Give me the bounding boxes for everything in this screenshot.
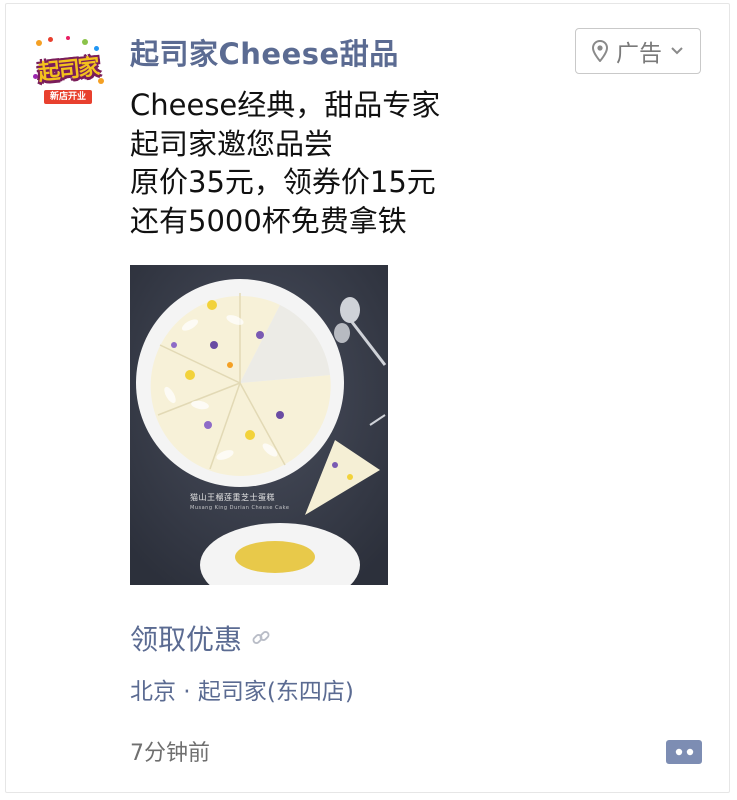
ad-copy-line: 原价35元，领券价15元 — [130, 165, 436, 199]
post-timestamp: 7分钟前 — [130, 741, 210, 766]
store-location[interactable]: 北京 · 起司家(东四店) — [130, 676, 354, 708]
ad-copy-line: 起司家邀您品尝 — [130, 126, 334, 161]
claim-offer-link[interactable]: 领取优惠 — [130, 620, 272, 656]
link-icon — [252, 631, 270, 644]
avatar-logo-banner: 新店开业 — [44, 90, 92, 104]
ad-copy-line: 还有5000杯免费拿铁 — [130, 203, 407, 238]
cake-caption-title: 猫山王榴莲重芝士蛋糕 — [190, 493, 275, 502]
confetti-dot — [48, 37, 53, 42]
ad-copy-line: Cheese经典，甜品专家 — [130, 88, 441, 122]
cake-caption-subtitle: Musang King Durian Cheese Cake — [190, 505, 290, 511]
brand-avatar[interactable]: 起司家 新店开业 — [30, 34, 106, 110]
cake-caption: 猫山王榴莲重芝士蛋糕 Musang King Durian Cheese Cak… — [190, 493, 340, 513]
ad-image[interactable]: 猫山王榴莲重芝士蛋糕 Musang King Durian Cheese Cak… — [130, 265, 388, 585]
location-pin-icon — [592, 40, 608, 62]
cake-photo — [130, 265, 388, 585]
comment-icon — [666, 740, 702, 764]
comment-button[interactable] — [664, 736, 704, 770]
confetti-dot — [82, 39, 88, 45]
confetti-dot — [36, 40, 42, 46]
ad-tag-label: 广告 — [616, 41, 662, 67]
confetti-dot — [66, 36, 70, 40]
ad-tag-button[interactable]: 广告 — [575, 28, 701, 74]
ad-copy: Cheese经典，甜品专家 起司家邀您品尝 原价35元，领券价15元 还有500… — [130, 86, 690, 240]
claim-offer-label: 领取优惠 — [130, 623, 243, 656]
avatar-logo-text: 起司家 — [36, 53, 100, 87]
chevron-down-icon — [671, 47, 683, 55]
brand-name[interactable]: 起司家Cheese甜品 — [130, 36, 399, 72]
